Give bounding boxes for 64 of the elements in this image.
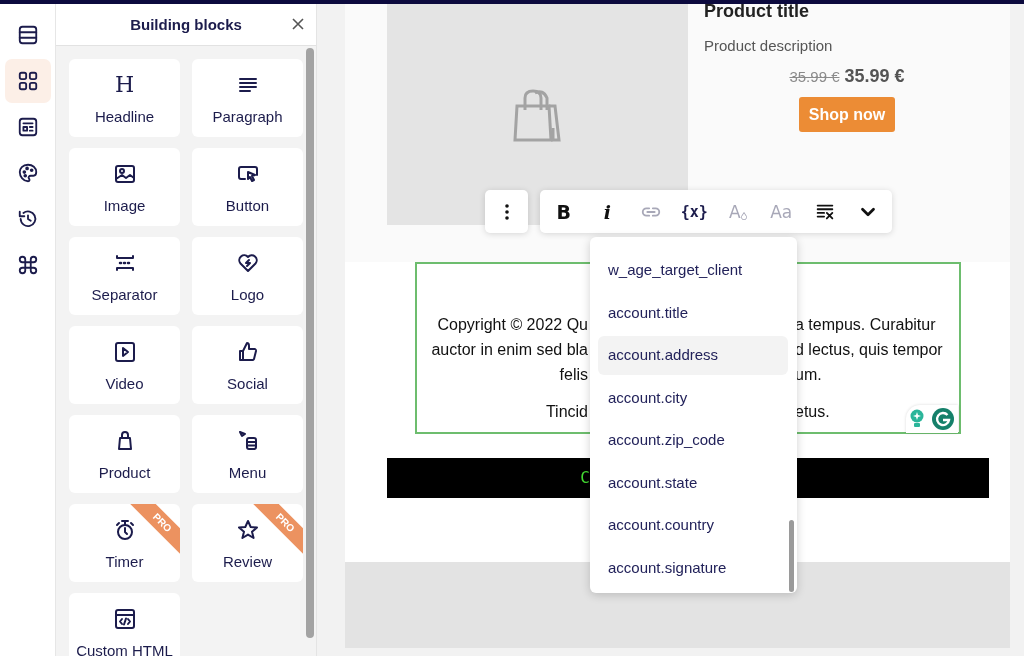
block-label: Image <box>103 196 146 214</box>
headline-icon: H <box>114 73 135 96</box>
block-tile[interactable]: Menu <box>192 415 303 493</box>
rows-icon <box>16 24 39 46</box>
paragraph-fragment: etus. <box>795 402 830 422</box>
block-tile[interactable]: Product <box>69 415 180 493</box>
block-label: Video <box>105 374 144 392</box>
lightbulb-icon[interactable] <box>910 409 924 429</box>
italic-button[interactable]: i <box>585 190 629 233</box>
block-tile[interactable]: Custom HTML <box>69 593 180 656</box>
variable-option[interactable]: account.signature <box>598 548 788 587</box>
block-tile[interactable]: Logo <box>192 237 303 315</box>
paragraph-fragment: Tincid <box>545 402 588 422</box>
block-tile[interactable]: Image <box>69 148 180 226</box>
variable-option[interactable]: account.state <box>598 463 788 502</box>
grid-icon <box>16 70 39 92</box>
block-label: Review <box>222 552 273 570</box>
star-icon <box>235 517 260 542</box>
block-label: Custom HTML <box>76 641 173 656</box>
block-tile[interactable]: Social <box>192 326 303 404</box>
variable-button[interactable]: {x} <box>672 190 716 233</box>
product-title: Product title <box>704 1 810 22</box>
variable-option[interactable]: account.city <box>598 378 788 417</box>
old-price: 35.99 € <box>789 68 840 85</box>
close-icon[interactable] <box>292 18 304 30</box>
g-logo-icon[interactable] <box>932 408 954 430</box>
shopping-bag-icon <box>512 87 563 142</box>
paragraph-fragment: auctor in enim sed bla <box>431 340 588 360</box>
video-icon <box>112 339 137 364</box>
code-window-icon <box>112 606 137 631</box>
code-text: C <box>579 467 590 489</box>
bold-button[interactable]: B <box>542 190 586 233</box>
block-label: Paragraph <box>212 107 283 125</box>
block-label: Product <box>98 463 151 481</box>
block-tile[interactable]: Button <box>192 148 303 226</box>
block-tile[interactable]: Paragraph <box>192 59 303 137</box>
price: 35.99 € <box>844 66 905 87</box>
block-tile[interactable]: Separator <box>69 237 180 315</box>
palette-icon <box>16 162 39 184</box>
block-label: Logo <box>230 285 265 303</box>
block-tile[interactable]: H Headline <box>69 59 180 137</box>
block-tile[interactable]: Video <box>69 326 180 404</box>
block-label: Headline <box>94 107 155 125</box>
variable-option[interactable]: account.address <box>598 336 788 375</box>
product-description: Product description <box>704 37 834 54</box>
variable-option[interactable]: account.title <box>598 293 788 332</box>
history-icon <box>16 208 39 230</box>
drop-icon <box>740 211 747 220</box>
sidebar-tab[interactable] <box>4 59 51 103</box>
paragraph-fragment: Copyright © 2022 Qu <box>437 315 588 335</box>
block-label: Menu <box>228 463 267 481</box>
scrollbar[interactable] <box>789 520 794 592</box>
scrollbar[interactable] <box>306 48 314 638</box>
panel-title: Building blocks <box>130 16 242 33</box>
command-icon <box>16 254 39 276</box>
grammarly-widget[interactable] <box>906 405 958 433</box>
block-label: Social <box>227 374 268 392</box>
paragraph-fragment: felis <box>559 365 588 385</box>
variable-option[interactable]: account.country <box>598 506 788 545</box>
block-label: Separator <box>91 285 158 303</box>
template-icon <box>16 116 39 138</box>
block-label: Button <box>225 196 270 214</box>
vertical-dots-icon <box>504 203 509 220</box>
block-label: Timer <box>105 552 144 570</box>
